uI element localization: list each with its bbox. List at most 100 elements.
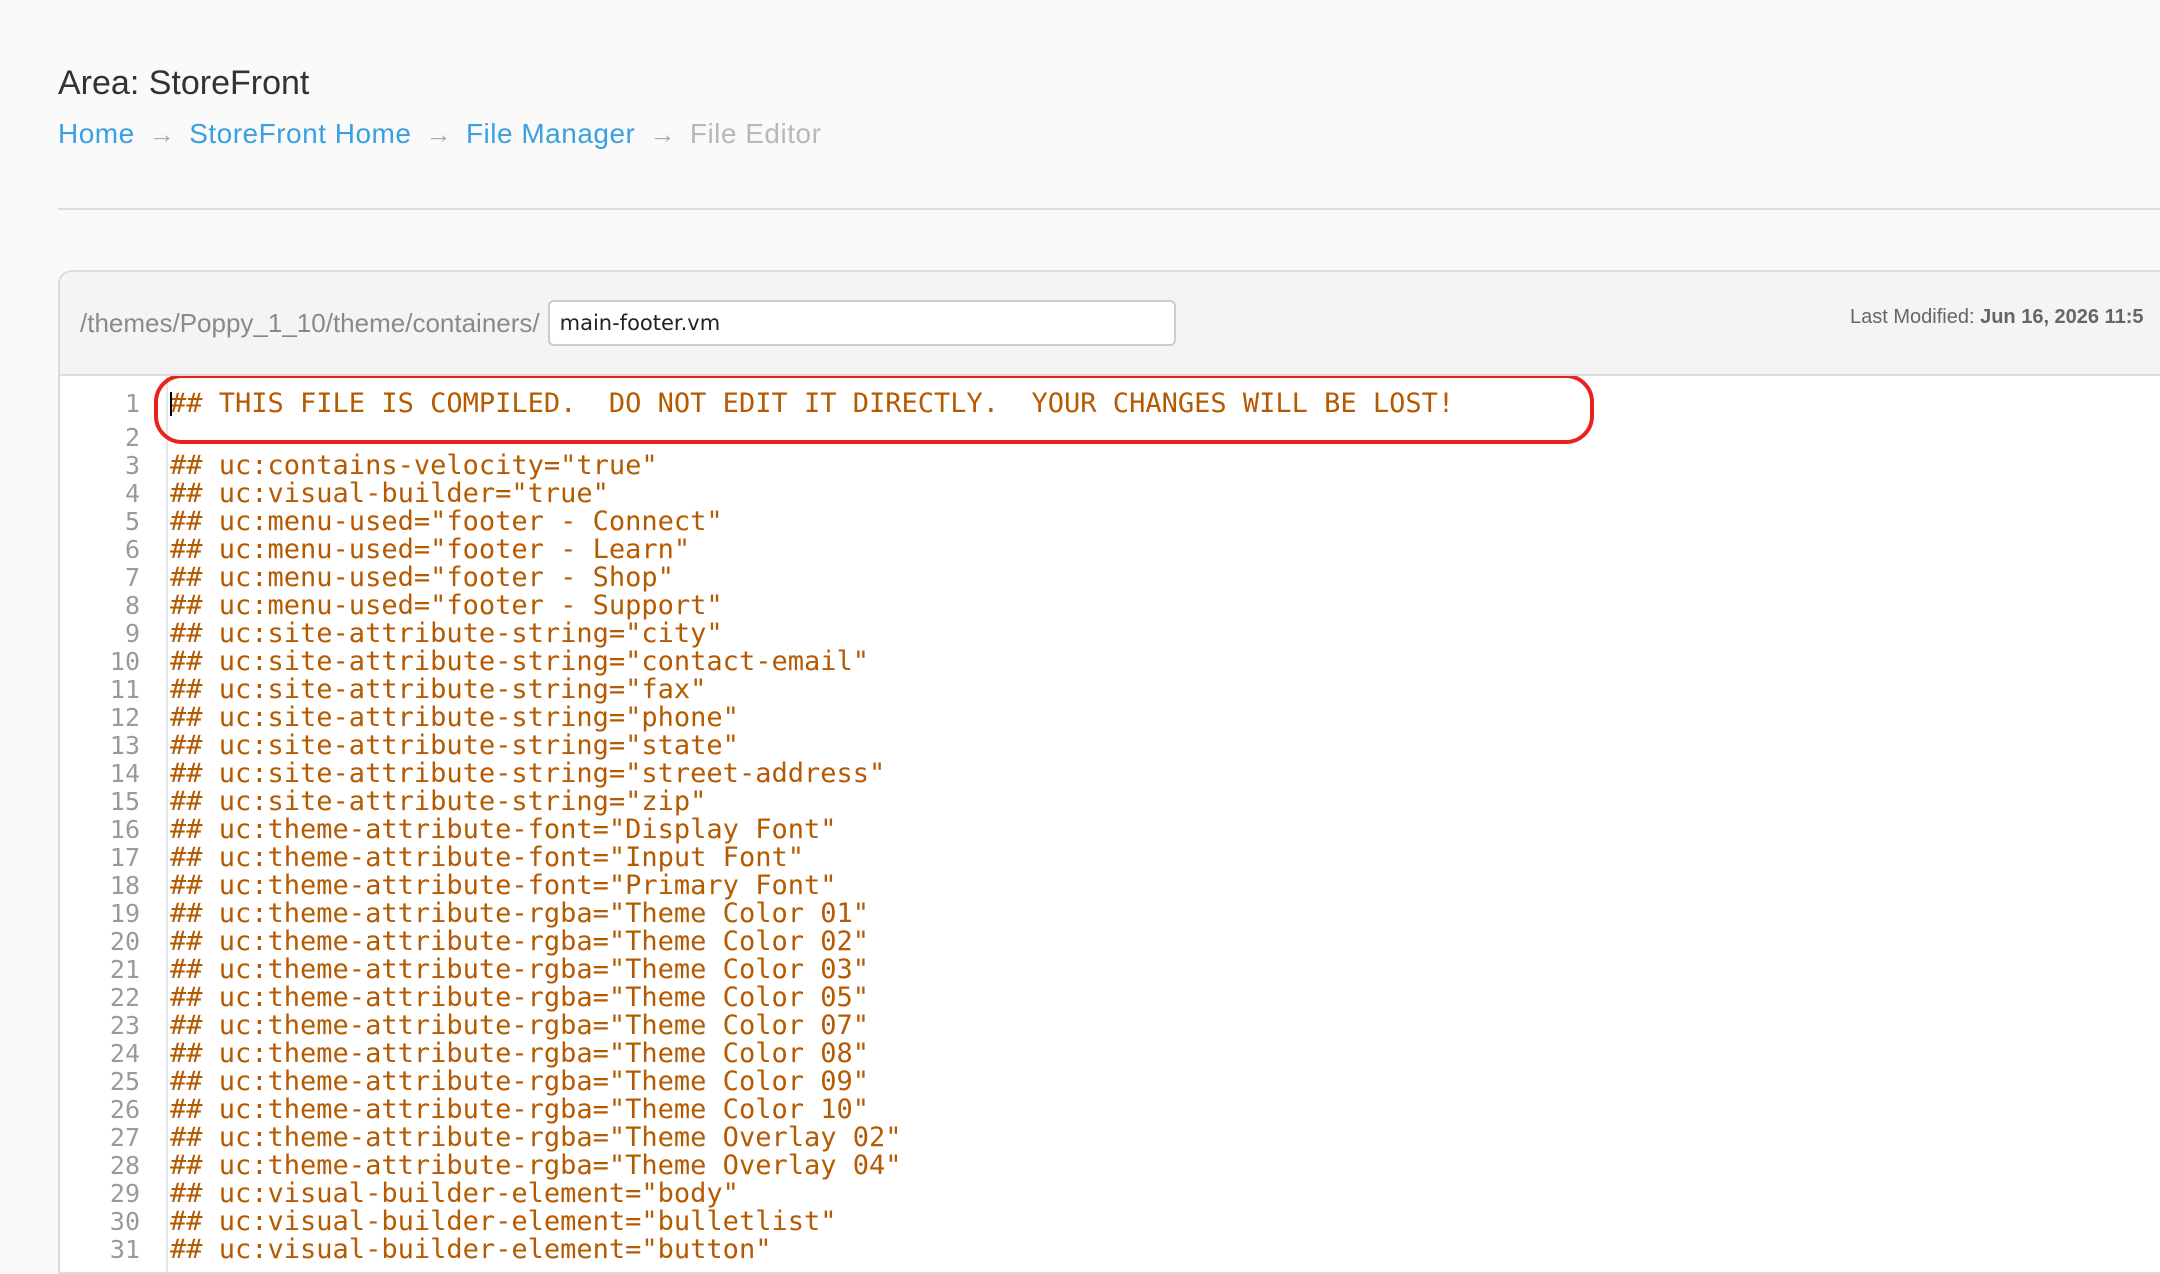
code-line: 26 ## uc:theme-attribute-rgba="Theme Colo… bbox=[60, 1096, 2160, 1124]
code-line: 5 ## uc:menu-used="footer - Connect" bbox=[60, 508, 2160, 536]
code-line: 21 ## uc:theme-attribute-rgba="Theme Colo… bbox=[60, 956, 2160, 984]
code-line: 6 ## uc:menu-used="footer - Learn" bbox=[60, 536, 2160, 564]
line-number: 5 bbox=[124, 507, 140, 536]
code-line: 10 ## uc:site-attribute-string="contact-e… bbox=[60, 648, 2160, 676]
line-number: 21 bbox=[109, 955, 140, 984]
code-line: 2 bbox=[60, 424, 2160, 452]
line-number: 22 bbox=[109, 983, 140, 1012]
filename-input[interactable] bbox=[547, 300, 1176, 346]
line-text: ## uc:site-attribute-string="street-addr… bbox=[170, 758, 886, 789]
line-number: 1 bbox=[124, 389, 140, 418]
line-text: ## uc:visual-builder="true" bbox=[170, 478, 609, 509]
code-line: 23 ## uc:theme-attribute-rgba="Theme Colo… bbox=[60, 1012, 2160, 1040]
code-line: 18 ## uc:theme-attribute-font="Primary Fo… bbox=[60, 872, 2160, 900]
line-number: 24 bbox=[109, 1039, 140, 1068]
line-number: 3 bbox=[124, 451, 140, 480]
line-number: 13 bbox=[109, 731, 140, 760]
line-number: 6 bbox=[124, 535, 140, 564]
code-line: 11 ## uc:site-attribute-string="fax" bbox=[60, 676, 2160, 704]
last-modified: Last Modified: Jun 16, 2026 11:5 bbox=[1850, 306, 2144, 329]
line-text: ## uc:theme-attribute-font="Primary Font… bbox=[170, 870, 837, 901]
line-number: 4 bbox=[124, 479, 140, 508]
line-number: 25 bbox=[109, 1067, 140, 1096]
line-text: ## uc:site-attribute-string="contact-ema… bbox=[170, 646, 869, 677]
breadcrumb-arrow-icon: → bbox=[425, 119, 452, 149]
code-line: 24 ## uc:theme-attribute-rgba="Theme Colo… bbox=[60, 1040, 2160, 1068]
breadcrumb-home-link[interactable]: Home bbox=[58, 112, 135, 156]
line-number: 23 bbox=[109, 1011, 140, 1040]
line-number: 27 bbox=[109, 1123, 140, 1152]
line-text: ## uc:theme-attribute-rgba="Theme Color … bbox=[170, 926, 869, 957]
line-text: ## uc:theme-attribute-rgba="Theme Color … bbox=[170, 1038, 869, 1069]
code-line: 30 ## uc:visual-builder-element="bulletli… bbox=[60, 1208, 2160, 1236]
code-line: 29 ## uc:visual-builder-element="body" bbox=[60, 1180, 2160, 1208]
line-text: ## uc:theme-attribute-font="Display Font… bbox=[170, 814, 837, 845]
page-header: Area: StoreFront Home → StoreFront Home … bbox=[58, 58, 821, 156]
line-text: ## uc:menu-used="footer - Learn" bbox=[170, 534, 691, 565]
code-line: 4 ## uc:visual-builder="true" bbox=[60, 480, 2160, 508]
breadcrumb-file-manager-link[interactable]: File Manager bbox=[466, 112, 635, 156]
line-number: 26 bbox=[109, 1095, 140, 1124]
line-text: ## uc:site-attribute-string="zip" bbox=[170, 786, 707, 817]
breadcrumb-arrow-icon: → bbox=[148, 119, 176, 149]
line-number: 14 bbox=[109, 759, 140, 788]
code-line: 14 ## uc:site-attribute-string="street-ad… bbox=[60, 760, 2160, 788]
line-number: 9 bbox=[124, 619, 140, 648]
line-text: ## uc:site-attribute-string="state" bbox=[170, 730, 739, 761]
code-line: 27 ## uc:theme-attribute-rgba="Theme Over… bbox=[60, 1124, 2160, 1152]
line-text: ## uc:theme-attribute-rgba="Theme Color … bbox=[170, 1010, 869, 1041]
line-text: ## uc:site-attribute-string="fax" bbox=[170, 674, 707, 705]
line-text: ## uc:theme-attribute-rgba="Theme Color … bbox=[170, 982, 869, 1013]
code-line: 13 ## uc:site-attribute-string="state" bbox=[60, 732, 2160, 760]
line-text: ## THIS FILE IS COMPILED. DO NOT EDIT IT… bbox=[170, 388, 1455, 419]
code-line: 12 ## uc:site-attribute-string="phone" bbox=[60, 704, 2160, 732]
file-editor-panel: /themes/Poppy_1_10/theme/containers/ Las… bbox=[58, 270, 2160, 1274]
code-line: 17 ## uc:theme-attribute-font="Input Font… bbox=[60, 844, 2160, 872]
line-text: ## uc:theme-attribute-rgba="Theme Color … bbox=[170, 1066, 869, 1097]
code-line: 20 ## uc:theme-attribute-rgba="Theme Colo… bbox=[60, 928, 2160, 956]
line-number: 19 bbox=[109, 899, 140, 928]
line-text: ## uc:visual-builder-element="body" bbox=[170, 1178, 739, 1209]
code-line: 31 ## uc:visual-builder-element="button" bbox=[60, 1236, 2160, 1264]
code-line: 3 ## uc:contains-velocity="true" bbox=[60, 452, 2160, 480]
line-text: ## uc:visual-builder-element="bulletlist… bbox=[170, 1206, 837, 1237]
last-modified-label: Last Modified: bbox=[1850, 306, 1975, 328]
code-editor[interactable]: 1 ## THIS FILE IS COMPILED. DO NOT EDIT I… bbox=[60, 376, 2160, 1272]
line-number: 12 bbox=[109, 703, 140, 732]
line-text: ## uc:theme-attribute-rgba="Theme Color … bbox=[170, 1094, 869, 1125]
text-cursor bbox=[170, 392, 172, 416]
code-line: 16 ## uc:theme-attribute-font="Display Fo… bbox=[60, 816, 2160, 844]
line-number: 17 bbox=[109, 843, 140, 872]
line-number: 18 bbox=[109, 871, 140, 900]
line-number: 31 bbox=[109, 1235, 140, 1264]
code-line: 7 ## uc:menu-used="footer - Shop" bbox=[60, 564, 2160, 592]
code-line: 19 ## uc:theme-attribute-rgba="Theme Colo… bbox=[60, 900, 2160, 928]
line-number: 30 bbox=[109, 1207, 140, 1236]
line-number: 15 bbox=[109, 787, 140, 816]
line-number: 11 bbox=[109, 675, 140, 704]
line-text: ## uc:theme-attribute-rgba="Theme Color … bbox=[170, 898, 869, 929]
line-text: ## uc:theme-attribute-rgba="Theme Overla… bbox=[170, 1150, 902, 1181]
code-lines: 1 ## THIS FILE IS COMPILED. DO NOT EDIT I… bbox=[60, 376, 2160, 1264]
line-number: 29 bbox=[109, 1179, 140, 1208]
line-number: 28 bbox=[109, 1151, 140, 1180]
file-path-prefix: /themes/Poppy_1_10/theme/containers/ bbox=[80, 307, 540, 338]
line-number: 10 bbox=[109, 647, 140, 676]
line-text: ## uc:visual-builder-element="button" bbox=[170, 1234, 772, 1265]
line-text: ## uc:theme-attribute-font="Input Font" bbox=[170, 842, 804, 873]
line-text: ## uc:menu-used="footer - Support" bbox=[170, 590, 723, 621]
breadcrumb-current-page: File Editor bbox=[689, 118, 822, 149]
code-line: 15 ## uc:site-attribute-string="zip" bbox=[60, 788, 2160, 816]
line-number: 7 bbox=[124, 563, 140, 592]
page-title: Area: StoreFront bbox=[58, 64, 310, 102]
line-text: ## uc:contains-velocity="true" bbox=[170, 450, 658, 481]
line-number: 20 bbox=[109, 927, 140, 956]
code-line: 9 ## uc:site-attribute-string="city" bbox=[60, 620, 2160, 648]
line-text: ## uc:menu-used="footer - Shop" bbox=[170, 562, 674, 593]
code-line: 25 ## uc:theme-attribute-rgba="Theme Colo… bbox=[60, 1068, 2160, 1096]
editor-toolbar: /themes/Poppy_1_10/theme/containers/ Las… bbox=[60, 272, 2160, 376]
breadcrumb-storefront-home-link[interactable]: StoreFront Home bbox=[189, 112, 411, 156]
line-text: ## uc:theme-attribute-rgba="Theme Color … bbox=[170, 954, 869, 985]
line-text: ## uc:theme-attribute-rgba="Theme Overla… bbox=[170, 1122, 902, 1153]
code-line: 8 ## uc:menu-used="footer - Support" bbox=[60, 592, 2160, 620]
